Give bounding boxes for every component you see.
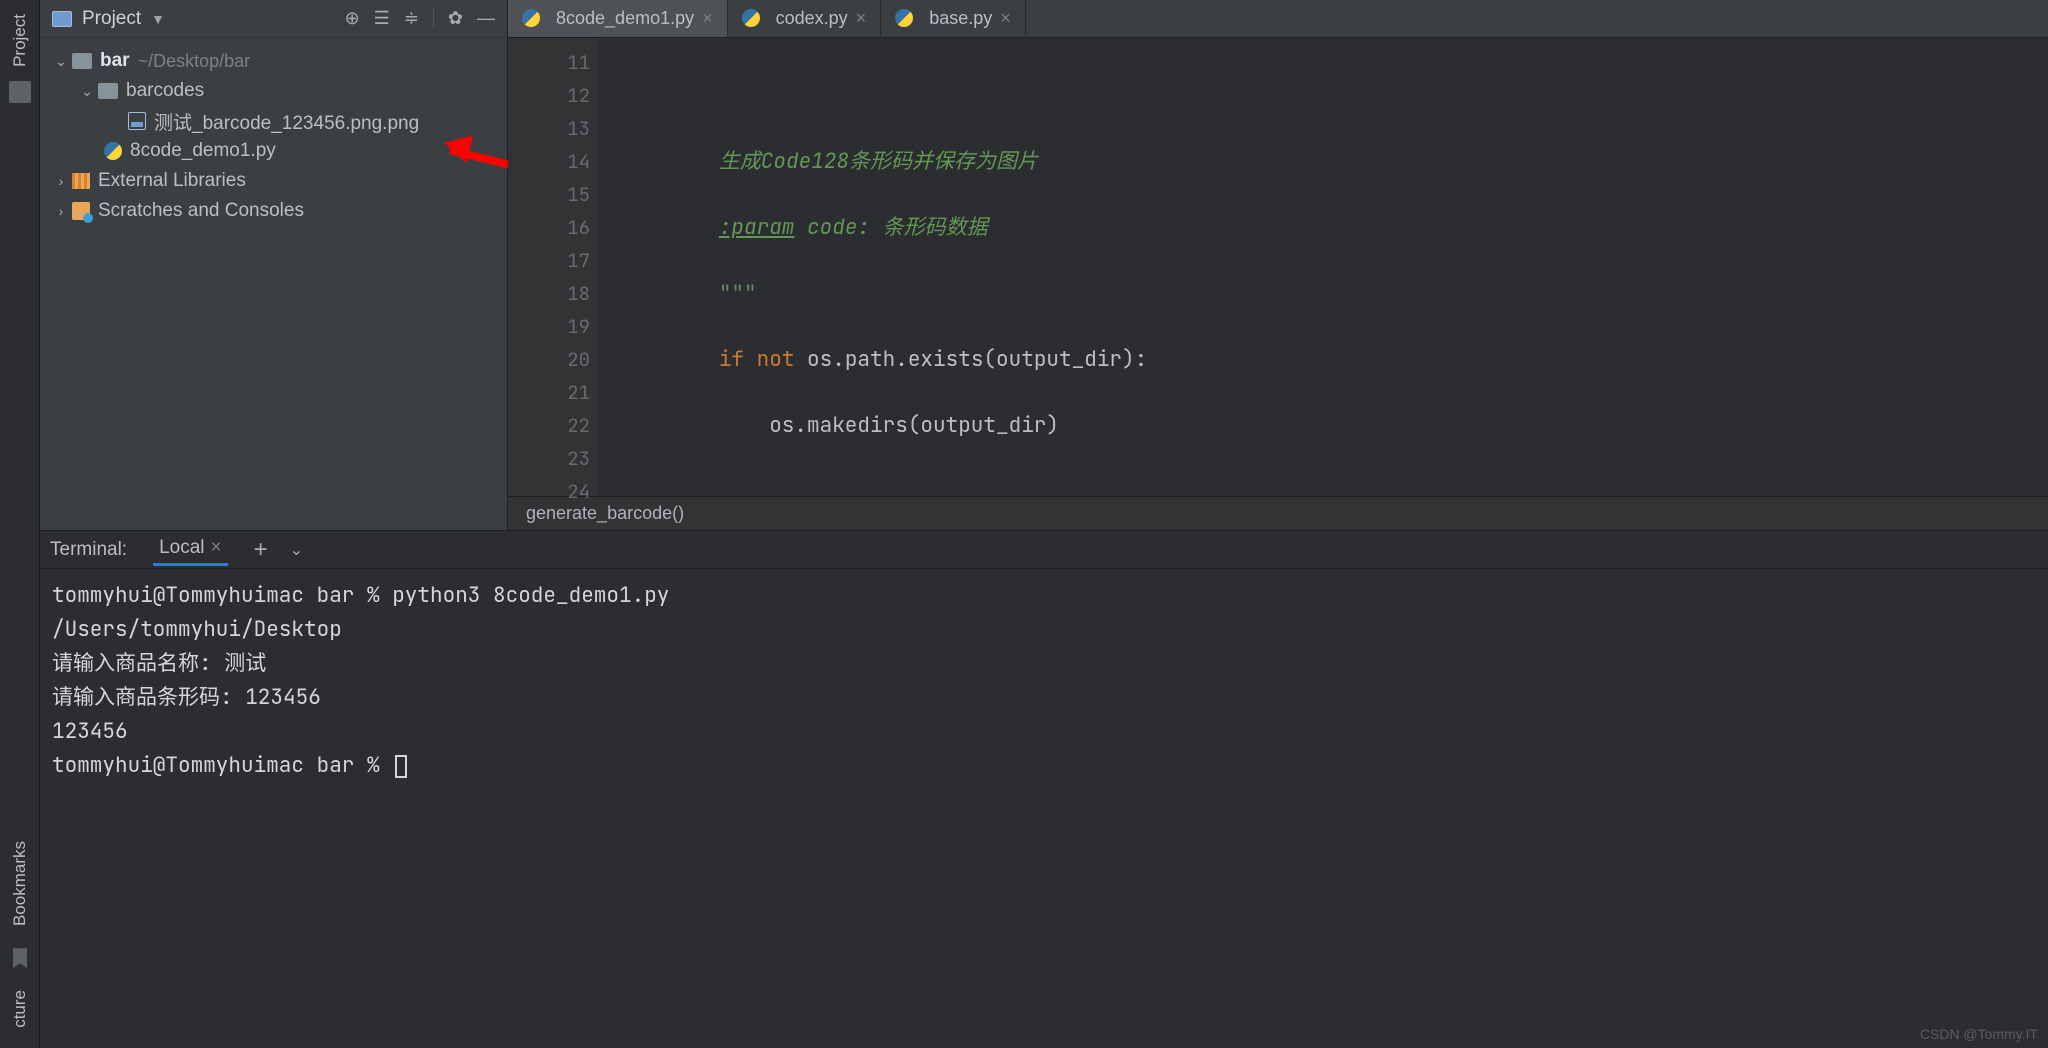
- param-name: code:: [794, 214, 870, 241]
- root-name: bar: [100, 50, 130, 72]
- terminal-title: Terminal:: [50, 539, 127, 561]
- terminal-panel: Terminal: Local × + ⌄ tommyhui@Tommyhuima…: [40, 530, 2048, 1048]
- panel-title[interactable]: Project: [82, 8, 141, 30]
- python-file-icon: [522, 9, 540, 27]
- folder-icon: [72, 53, 92, 69]
- close-icon[interactable]: ×: [1000, 8, 1011, 29]
- terminal-line: /Users/tommyhui/Desktop: [52, 616, 342, 643]
- expand-all-icon[interactable]: ☰: [374, 8, 390, 29]
- select-opened-icon[interactable]: ⊕: [345, 8, 360, 29]
- python-file-icon: [742, 9, 760, 27]
- file-label: 测试_barcode_123456.png.png: [154, 108, 419, 135]
- code-text: os.makedirs(output_dir): [769, 412, 1059, 439]
- project-panel: Project ▼ ⊕ ☰ ≑ ✿ — ⌄ bar ~/Desktop/bar …: [40, 0, 508, 530]
- terminal-line: 请输入商品名称: 测试: [52, 650, 266, 677]
- project-panel-header: Project ▼ ⊕ ☰ ≑ ✿ —: [40, 0, 507, 38]
- terminal-prompt: tommyhui@Tommyhuimac bar %: [52, 752, 392, 779]
- line-number: 21: [508, 376, 590, 409]
- tab-label: 8code_demo1.py: [556, 8, 694, 29]
- structure-tool-tab[interactable]: cture: [10, 990, 30, 1028]
- line-number: 16: [508, 211, 590, 244]
- collapse-all-icon[interactable]: ≑: [404, 8, 419, 29]
- close-icon[interactable]: ×: [211, 537, 222, 558]
- tab-codex[interactable]: codex.py ×: [728, 0, 882, 37]
- project-icon: [52, 11, 72, 27]
- chevron-right-icon[interactable]: ›: [54, 173, 68, 189]
- python-file-icon: [104, 142, 122, 160]
- folder-icon: [98, 83, 118, 99]
- editor-body[interactable]: 11 12 13 14 15 16 17 18 19 20 21 22 23 2…: [508, 38, 2048, 496]
- terminal-line: 请输入商品条形码: 123456: [52, 684, 321, 711]
- file-label: 8code_demo1.py: [130, 140, 276, 162]
- tree-file-py[interactable]: 8code_demo1.py: [48, 136, 499, 166]
- close-icon[interactable]: ×: [856, 8, 867, 29]
- left-rail-bottom: Bookmarks cture: [0, 841, 40, 1028]
- editor-area: 8code_demo1.py × codex.py × base.py × 11…: [508, 0, 2048, 530]
- line-number: 13: [508, 112, 590, 145]
- chevron-down-icon[interactable]: ⌄: [54, 53, 68, 70]
- tab-base[interactable]: base.py ×: [881, 0, 1026, 37]
- line-number: 22: [508, 409, 590, 442]
- breadcrumb[interactable]: generate_barcode(): [508, 496, 2048, 530]
- line-number: 23: [508, 442, 590, 475]
- code-text: os.path.exists(output_dir):: [794, 346, 1147, 373]
- extlib-label: External Libraries: [98, 170, 246, 192]
- line-number: 19: [508, 310, 590, 343]
- close-icon[interactable]: ×: [702, 8, 713, 29]
- folder-label: barcodes: [126, 80, 204, 102]
- terminal-cursor: [395, 755, 407, 778]
- watermark: CSDN @Tommy.IT: [1920, 1026, 2038, 1042]
- terminal-body[interactable]: tommyhui@Tommyhuimac bar % python3 8code…: [40, 569, 2048, 1048]
- image-file-icon: [128, 112, 146, 130]
- line-number: 17: [508, 244, 590, 277]
- tree-file-png[interactable]: 测试_barcode_123456.png.png: [48, 106, 499, 136]
- bookmark-icon: [13, 948, 27, 968]
- scratches-icon: [72, 202, 90, 220]
- line-number: 24: [508, 475, 590, 508]
- tree-root[interactable]: ⌄ bar ~/Desktop/bar: [48, 46, 499, 76]
- line-number: 18: [508, 277, 590, 310]
- tree-folder-barcodes[interactable]: ⌄ barcodes: [48, 76, 499, 106]
- chevron-down-icon[interactable]: ▼: [151, 11, 165, 27]
- folder-icon[interactable]: [9, 81, 31, 103]
- line-number: 15: [508, 178, 590, 211]
- add-terminal-icon[interactable]: +: [254, 536, 268, 564]
- root-path: ~/Desktop/bar: [138, 51, 251, 72]
- hide-icon[interactable]: —: [477, 8, 495, 29]
- tree-external-libraries[interactable]: › External Libraries: [48, 166, 499, 196]
- editor-tabs: 8code_demo1.py × codex.py × base.py ×: [508, 0, 2048, 38]
- code-area[interactable]: 生成Code128条形码并保存为图片 :param code: 条形码数据 ""…: [598, 38, 2048, 496]
- line-number: 14: [508, 145, 590, 178]
- terminal-line: tommyhui@Tommyhuimac bar % python3 8code…: [52, 582, 669, 609]
- tab-label: base.py: [929, 8, 992, 29]
- gutter[interactable]: 11 12 13 14 15 16 17 18 19 20 21 22 23 2…: [508, 38, 598, 496]
- separator: [433, 9, 434, 29]
- line-number: 11: [508, 46, 590, 79]
- chevron-down-icon[interactable]: ⌄: [290, 540, 303, 560]
- param-tag: :param: [719, 214, 795, 241]
- bookmarks-tool-tab[interactable]: Bookmarks: [10, 841, 30, 926]
- scratches-label: Scratches and Consoles: [98, 200, 304, 222]
- project-tree[interactable]: ⌄ bar ~/Desktop/bar ⌄ barcodes 测试_barcod…: [40, 38, 507, 234]
- chevron-right-icon[interactable]: ›: [54, 203, 68, 219]
- tab-label: codex.py: [776, 8, 848, 29]
- triple-quote: """: [719, 280, 757, 307]
- gear-icon[interactable]: ✿: [448, 8, 463, 29]
- project-tool-tab[interactable]: Project: [10, 14, 30, 67]
- library-icon: [72, 173, 90, 189]
- docstring: 生成Code128条形码并保存为图片: [719, 148, 1038, 175]
- tab-8code-demo1[interactable]: 8code_demo1.py ×: [508, 0, 728, 37]
- python-file-icon: [895, 9, 913, 27]
- tree-scratches[interactable]: › Scratches and Consoles: [48, 196, 499, 226]
- line-number: 12: [508, 79, 590, 112]
- terminal-tabs: Terminal: Local × + ⌄: [40, 531, 2048, 569]
- kw-not: not: [757, 346, 795, 373]
- kw-if: if: [719, 346, 744, 373]
- line-number: 20: [508, 343, 590, 376]
- terminal-line: 123456: [52, 718, 128, 745]
- param-desc: 条形码数据: [870, 214, 988, 241]
- chevron-down-icon[interactable]: ⌄: [80, 83, 94, 100]
- terminal-tab-local[interactable]: Local ×: [153, 533, 228, 566]
- tab-label: Local: [159, 537, 204, 558]
